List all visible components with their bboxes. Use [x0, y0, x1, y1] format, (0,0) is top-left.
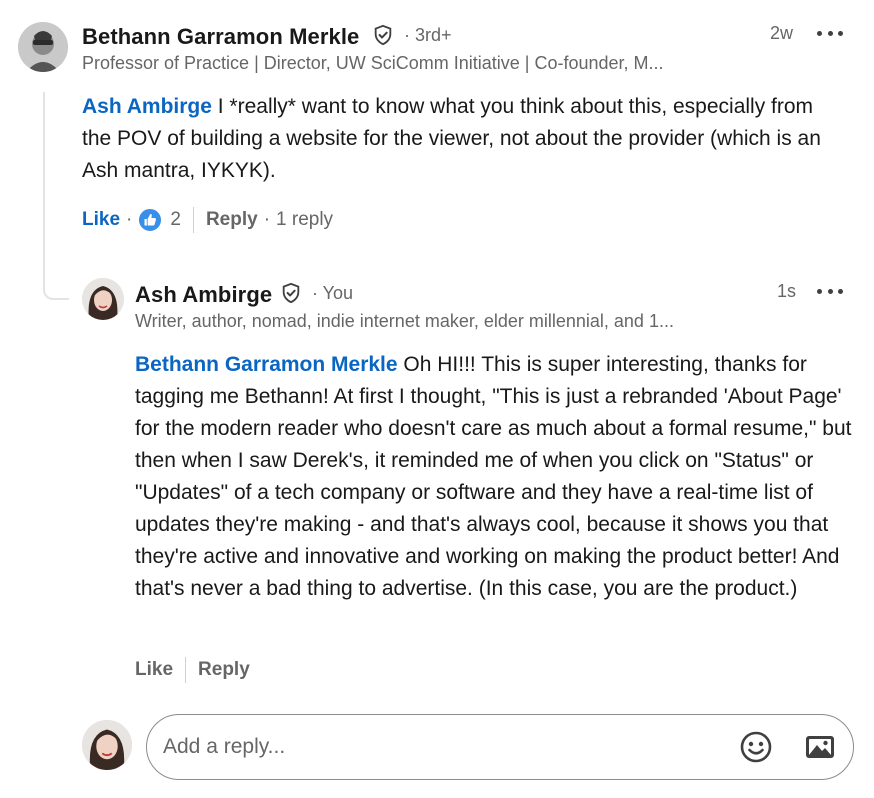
reply-input[interactable] [163, 735, 703, 759]
thread-connector [43, 92, 69, 300]
connection-degree: · You [312, 283, 354, 303]
reply-author-headline: Writer, author, nomad, indie internet ma… [135, 311, 674, 331]
mention-link[interactable]: Ash Ambirge [82, 95, 212, 118]
reply-button[interactable]: Reply [198, 659, 250, 681]
reply-composer[interactable] [146, 714, 854, 780]
thumbs-up-icon[interactable] [138, 208, 163, 232]
avatar[interactable] [82, 278, 124, 320]
avatar[interactable] [18, 22, 68, 72]
mention-link[interactable]: Bethann Garramon Merkle [135, 353, 398, 376]
separator-dot: · [126, 209, 133, 230]
current-user-avatar[interactable] [82, 720, 132, 770]
dot-icon [817, 288, 822, 294]
reply-text: Bethann Garramon Merkle Oh HI!!! This is… [135, 349, 853, 605]
reply-button[interactable]: Reply [206, 209, 258, 231]
comment-timestamp: 2w [770, 23, 794, 43]
reply-body: Oh HI!!! This is super interesting, than… [135, 353, 852, 600]
comment-author-headline: Professor of Practice | Director, UW Sci… [82, 53, 664, 73]
image-icon[interactable] [803, 730, 837, 764]
divider [192, 207, 194, 233]
reply-author-name[interactable]: Ash Ambirge [135, 282, 272, 308]
verified-icon [282, 282, 300, 304]
reaction-count[interactable]: 2 [170, 209, 181, 231]
more-options-button[interactable] [817, 28, 843, 38]
comment-actions: Like · 2 Reply · 1 reply [82, 206, 333, 234]
verified-icon [374, 24, 392, 46]
like-button[interactable]: Like [135, 659, 173, 681]
more-options-button[interactable] [817, 286, 843, 296]
comment-text: Ash Ambirge I *really* want to know what… [82, 91, 842, 187]
reply-actions: Like Reply [135, 656, 250, 684]
replies-count-link[interactable]: 1 reply [276, 209, 333, 231]
separator-dot: · [263, 209, 271, 230]
dot-icon [838, 30, 843, 36]
comment-author-name[interactable]: Bethann Garramon Merkle [82, 24, 359, 50]
comment-thread: Bethann Garramon Merkle · 3rd+ 2w Profes… [0, 0, 874, 798]
divider [185, 657, 187, 683]
connection-degree: · 3rd+ [404, 25, 452, 45]
dot-icon [827, 288, 833, 294]
dot-icon [827, 30, 833, 36]
like-button[interactable]: Like [82, 209, 120, 231]
dot-icon [817, 30, 822, 36]
dot-icon [838, 288, 843, 294]
reply-timestamp: 1s [777, 281, 797, 301]
emoji-icon[interactable] [739, 730, 773, 764]
